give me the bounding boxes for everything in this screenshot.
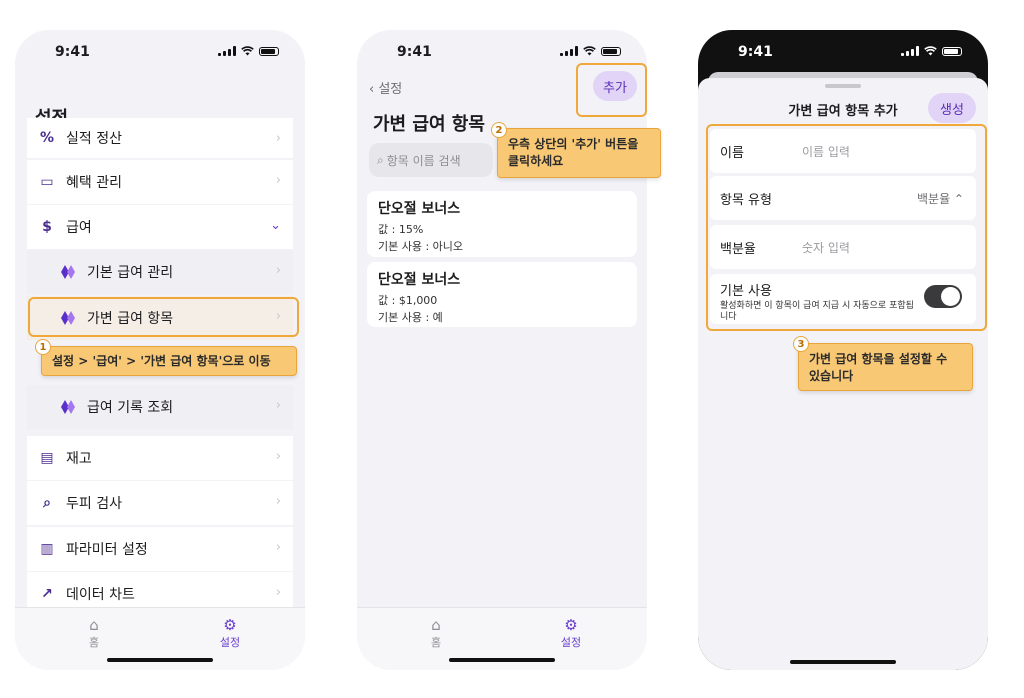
- menu-item-base-salary[interactable]: 기본 급여 관리 ›: [27, 250, 293, 294]
- tab-bar: ⌂ 홈 ⚙ 설정: [357, 607, 647, 670]
- callout-text: 가변 급여 항목을 설정할 수: [809, 352, 948, 366]
- item-name: 단오절 보너스: [378, 272, 461, 288]
- percent-icon: %: [39, 130, 55, 146]
- status-time: 9:41: [55, 44, 90, 60]
- tab-label: 설정: [219, 636, 241, 649]
- item-default: 기본 사용 : 예: [378, 311, 443, 324]
- step-number-3: 3: [793, 336, 809, 352]
- search-icon: ⌕: [377, 152, 384, 167]
- menu-item-label: 기본 급여 관리: [87, 265, 174, 281]
- tab-label: 홈: [430, 636, 442, 649]
- chevron-right-icon: ›: [275, 585, 281, 600]
- battery-icon: [601, 47, 621, 56]
- chevron-right-icon: ›: [275, 173, 281, 188]
- tab-settings[interactable]: ⚙ 설정: [200, 616, 260, 650]
- battery-icon: [259, 47, 279, 56]
- wifi-icon: [241, 46, 254, 56]
- status-bar: 9:41: [357, 44, 647, 64]
- callout-step-2: 우측 상단의 '추가' 버튼을 클릭하세요: [497, 128, 661, 178]
- back-button[interactable]: ‹ 설정: [369, 78, 402, 97]
- callout-text: 있습니다: [809, 369, 854, 383]
- box-icon: ▤: [40, 450, 54, 466]
- menu-item-salary[interactable]: $ 급여 ⌄: [27, 205, 293, 249]
- menu-item-label: 두피 검사: [66, 496, 122, 512]
- home-icon: ⌂: [431, 616, 441, 634]
- item-value: 값 : $1,000: [378, 294, 438, 307]
- tab-home[interactable]: ⌂ 홈: [64, 616, 124, 650]
- tab-label: 설정: [560, 636, 582, 649]
- search-placeholder: 항목 이름 검색: [386, 153, 461, 168]
- list-item[interactable]: 단오절 보너스 값 : 15% 기본 사용 : 아니오: [367, 191, 637, 257]
- tab-home[interactable]: ⌂ 홈: [406, 616, 466, 650]
- callout-text: 클릭하세요: [508, 154, 564, 168]
- callout-step-1: 설정 > '급여' > '가변 급여 항목'으로 이동: [41, 346, 297, 376]
- create-button[interactable]: 생성: [928, 93, 976, 123]
- menu-item-label: 혜택 관리: [66, 175, 122, 191]
- search-input[interactable]: ⌕ 항목 이름 검색: [369, 143, 493, 177]
- battery-icon: [942, 47, 962, 56]
- chevron-right-icon: ›: [275, 494, 281, 509]
- chevron-right-icon: ›: [275, 398, 281, 413]
- menu-item-parameters[interactable]: ▥ 파라미터 설정 ›: [27, 527, 293, 571]
- wifi-icon: [583, 46, 596, 56]
- chevron-right-icon: ›: [275, 540, 281, 555]
- gear-icon: ⚙: [564, 616, 578, 634]
- menu-item-scalp-test[interactable]: ⌕ 두피 검사 ›: [27, 481, 293, 525]
- status-time: 9:41: [738, 44, 773, 60]
- signal-icon: [901, 46, 919, 56]
- callout-step-3: 가변 급여 항목을 설정할 수 있습니다: [798, 343, 973, 391]
- card-icon: ▭: [40, 174, 54, 190]
- menu-item-benefits[interactable]: ▭ 혜택 관리 ›: [27, 160, 293, 204]
- chevron-right-icon: ›: [275, 449, 281, 464]
- menu-item-label: 급여: [66, 220, 92, 236]
- chevron-left-icon: ‹: [369, 82, 379, 97]
- tab-settings[interactable]: ⚙ 설정: [541, 616, 601, 650]
- gear-icon: ⚙: [223, 616, 237, 634]
- item-default: 기본 사용 : 아니오: [378, 240, 464, 253]
- home-indicator: [790, 660, 896, 664]
- wifi-icon: [924, 46, 937, 56]
- signal-icon: [560, 46, 578, 56]
- step-number-1: 1: [35, 339, 51, 355]
- status-bar: 9:41: [698, 44, 988, 64]
- menu-item-label: 실적 정산: [66, 131, 122, 147]
- tab-label: 홈: [88, 636, 100, 649]
- search-icon: ⌕: [43, 495, 51, 511]
- menu-item-performance[interactable]: % 실적 정산 ›: [27, 118, 293, 158]
- gem-icon: [61, 265, 77, 279]
- chevron-right-icon: ›: [275, 131, 281, 146]
- home-indicator: [107, 658, 213, 662]
- step-number-2: 2: [491, 122, 507, 138]
- home-indicator: [449, 658, 555, 662]
- chart-icon: ↗: [41, 586, 53, 602]
- status-time: 9:41: [397, 44, 432, 60]
- status-bar: 9:41: [15, 44, 305, 64]
- signal-icon: [218, 46, 236, 56]
- menu-item-label: 급여 기록 조회: [87, 400, 174, 416]
- chevron-down-icon: ⌄: [270, 218, 281, 233]
- gem-icon: [61, 400, 77, 414]
- menu-item-salary-history[interactable]: 급여 기록 조회 ›: [27, 385, 293, 429]
- parameter-icon: ▥: [40, 541, 54, 557]
- highlight-box: [706, 124, 987, 331]
- callout-text: 설정 > '급여' > '가변 급여 항목'으로 이동: [52, 354, 271, 368]
- tab-bar: ⌂ 홈 ⚙ 설정: [15, 607, 305, 670]
- highlight-box: [28, 297, 299, 337]
- chevron-right-icon: ›: [275, 263, 281, 278]
- menu-item-label: 데이터 차트: [66, 587, 135, 603]
- page-title: 가변 급여 항목: [373, 114, 485, 135]
- callout-text: 우측 상단의 '추가' 버튼을: [508, 137, 639, 151]
- sheet-grabber[interactable]: [825, 84, 861, 88]
- dollar-icon: $: [42, 219, 52, 235]
- list-item[interactable]: 단오절 보너스 값 : $1,000 기본 사용 : 예: [367, 262, 637, 327]
- menu-item-inventory[interactable]: ▤ 재고 ›: [27, 436, 293, 480]
- highlight-box: [576, 63, 647, 117]
- home-icon: ⌂: [89, 616, 99, 634]
- menu-item-label: 재고: [66, 451, 92, 467]
- back-label: 설정: [378, 82, 403, 97]
- item-value: 값 : 15%: [378, 223, 424, 236]
- menu-item-label: 파라미터 설정: [66, 542, 148, 558]
- item-name: 단오절 보너스: [378, 201, 461, 217]
